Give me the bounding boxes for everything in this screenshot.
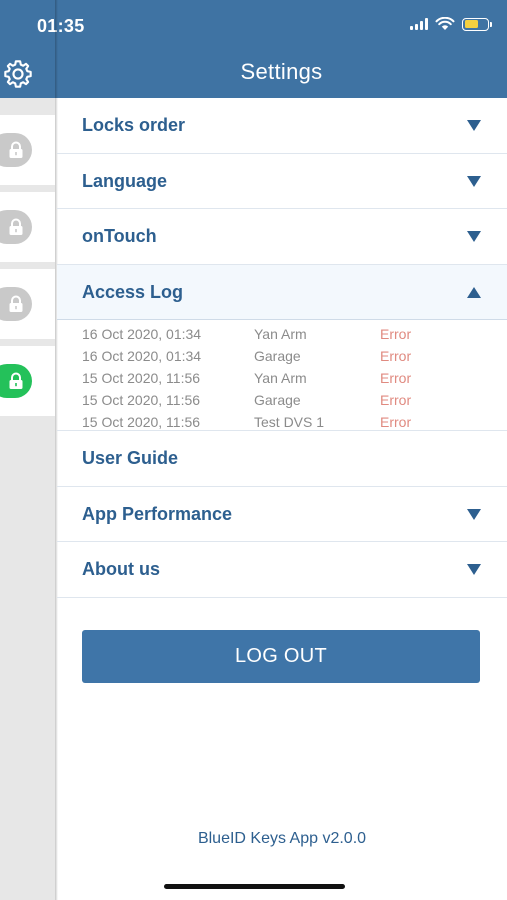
log-date: 16 Oct 2020, 01:34 <box>82 326 202 342</box>
settings-item-app-performance[interactable]: App Performance <box>57 487 507 542</box>
log-entry: 16 Oct 2020, 01:34 Yan Arm Error <box>57 323 507 345</box>
lock-card[interactable] <box>0 192 55 262</box>
padlock-icon <box>9 141 23 158</box>
header-bar: 01:35 Settings <box>0 0 507 98</box>
settings-item-label: About us <box>82 559 160 579</box>
page-title: Settings <box>240 59 323 84</box>
lock-sidebar <box>0 98 55 900</box>
lock-button[interactable] <box>0 287 32 321</box>
log-lock-name: Test DVS 1 <box>254 414 325 430</box>
padlock-icon <box>9 295 23 312</box>
status-time: 01:35 <box>37 16 85 36</box>
settings-item-label: onTouch <box>82 226 157 246</box>
lock-card-active[interactable] <box>0 346 55 416</box>
settings-item-label: Access Log <box>82 281 184 302</box>
log-entry: 15 Oct 2020, 11:56 Yan Arm Error <box>57 367 507 389</box>
log-date: 15 Oct 2020, 11:56 <box>82 414 201 430</box>
settings-list: Locks order Language onTouch Access Log … <box>57 98 507 598</box>
log-lock-name: Garage <box>254 348 301 364</box>
unlocked-button[interactable] <box>0 364 32 398</box>
chevron-down-icon <box>467 508 481 520</box>
lock-button[interactable] <box>0 210 32 244</box>
wifi-icon <box>435 17 455 30</box>
log-lock-name: Garage <box>254 392 301 408</box>
access-log-list: 16 Oct 2020, 01:34 Yan Arm Error 16 Oct … <box>57 320 507 431</box>
padlock-icon <box>9 218 23 235</box>
log-status: Error <box>380 326 412 342</box>
log-date: 16 Oct 2020, 01:34 <box>82 348 202 364</box>
status-icons <box>410 17 492 31</box>
log-lock-name: Yan Arm <box>254 370 307 386</box>
settings-item-locks-order[interactable]: Locks order <box>57 98 507 154</box>
unlocked-padlock-icon <box>9 372 23 389</box>
settings-item-label: Locks order <box>82 115 186 135</box>
settings-item-about-us[interactable]: About us <box>57 542 507 598</box>
chevron-down-icon <box>467 231 481 242</box>
log-entry: 15 Oct 2020, 11:56 Garage Error <box>57 389 507 411</box>
log-status: Error <box>380 392 412 408</box>
home-indicator[interactable] <box>164 884 345 889</box>
settings-item-language[interactable]: Language <box>57 154 507 209</box>
log-entry: 16 Oct 2020, 01:34 Garage Error <box>57 345 507 367</box>
lock-card[interactable] <box>0 115 55 185</box>
gear-icon[interactable] <box>2 58 34 90</box>
log-status: Error <box>380 348 412 364</box>
settings-item-ontouch[interactable]: onTouch <box>57 209 507 265</box>
battery-icon <box>462 17 492 31</box>
log-status: Error <box>380 414 412 430</box>
settings-item-label: Language <box>82 170 168 191</box>
settings-item-access-log[interactable]: Access Log <box>57 264 507 320</box>
chevron-down-icon <box>467 564 481 575</box>
app-version: BlueID Keys App v2.0.0 <box>197 830 367 847</box>
chevron-down-icon <box>467 120 481 131</box>
lock-card[interactable] <box>0 269 55 339</box>
log-entry: 15 Oct 2020, 11:56 Test DVS 1 Error <box>57 411 507 433</box>
log-date: 15 Oct 2020, 11:56 <box>82 392 201 408</box>
settings-item-label: User Guide <box>82 448 179 468</box>
settings-item-label: App Performance <box>82 503 233 524</box>
lock-button[interactable] <box>0 133 32 167</box>
logout-button[interactable]: LOG OUT <box>82 630 480 683</box>
settings-item-user-guide[interactable]: User Guide <box>57 431 507 487</box>
log-status: Error <box>380 370 412 386</box>
chevron-up-icon <box>467 286 481 298</box>
log-lock-name: Yan Arm <box>254 326 307 342</box>
chevron-down-icon <box>467 175 481 187</box>
log-date: 15 Oct 2020, 11:56 <box>82 370 201 386</box>
cellular-signal-icon <box>410 18 428 30</box>
